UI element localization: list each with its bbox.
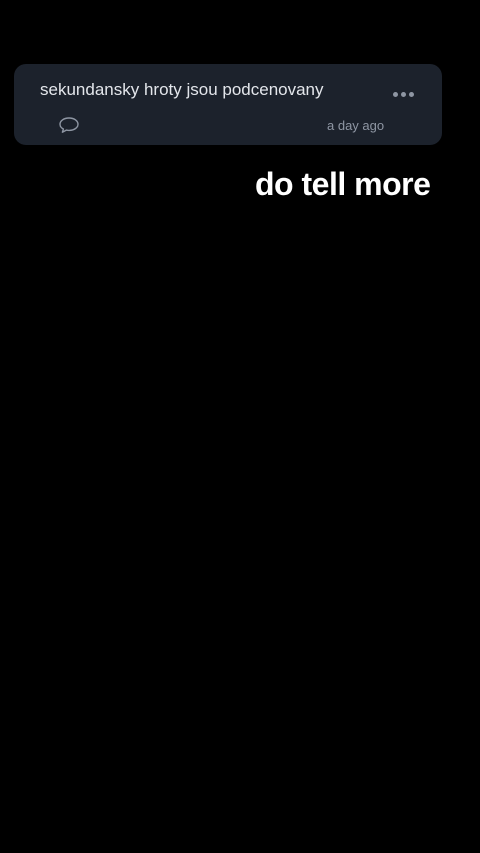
question-text: sekundansky hroty jsou podcenovany [40,80,324,99]
dot [408,91,414,97]
question-card: sekundansky hroty jsou podcenovany a day… [14,64,442,145]
dot [400,91,406,97]
more-options-icon[interactable] [388,84,418,104]
comment-bubble-icon[interactable] [58,115,80,135]
dot [392,91,398,97]
story-caption: do tell more [255,166,431,202]
timestamp: a day ago [327,118,385,133]
